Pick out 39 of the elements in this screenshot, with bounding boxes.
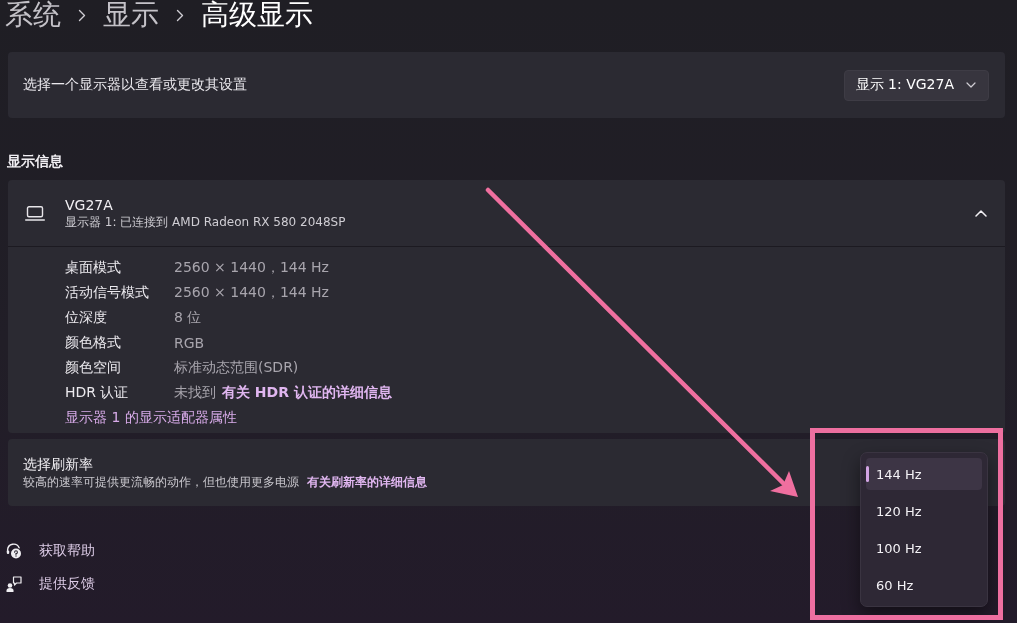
refresh-rate-option[interactable]: 100 Hz [866, 532, 982, 564]
section-heading: 显示信息 [7, 152, 64, 171]
info-label: 桌面模式 [65, 258, 122, 277]
laptop-icon [25, 205, 45, 221]
info-value: RGB [174, 334, 205, 351]
refresh-rate-option[interactable]: 144 Hz [866, 458, 982, 490]
monitor-name: VG27A [65, 196, 113, 214]
breadcrumb-item: 高级显示 [201, 0, 313, 30]
info-value: 8 位 [174, 308, 202, 327]
feedback-link[interactable]: 提供反馈 [39, 574, 95, 593]
info-value: 未找到 [174, 383, 216, 402]
person-speech-bubble-icon [6, 575, 22, 592]
chevron-up-icon[interactable] [975, 209, 987, 217]
info-label: 颜色空间 [65, 358, 122, 377]
chevron-right-icon [78, 8, 86, 22]
monitor-connection: 显示器 1: 已连接到 AMD Radeon RX 580 2048SP [65, 214, 346, 230]
info-value: 标准动态范围(SDR) [174, 358, 299, 377]
info-label: 位深度 [65, 308, 108, 327]
selection-bar-icon [866, 466, 869, 482]
hdr-details-link[interactable]: 有关 HDR 认证的详细信息 [222, 383, 392, 402]
info-label: 颜色格式 [65, 333, 122, 352]
info-value: 2560 × 1440，144 Hz [174, 258, 329, 277]
help-icon [6, 542, 22, 559]
breadcrumb-item[interactable]: 系统 [5, 0, 61, 30]
help-link[interactable]: 获取帮助 [39, 541, 95, 560]
chevron-down-icon [966, 82, 976, 88]
refresh-rate-option[interactable]: 120 Hz [866, 495, 982, 527]
info-label: 活动信号模式 [65, 283, 150, 302]
refresh-rate-description: 较高的速率可提供更流畅的动作，但也使用更多电源 [23, 474, 299, 490]
chevron-right-icon [176, 8, 184, 22]
display-picker-label: 选择一个显示器以查看或更改其设置 [23, 76, 247, 94]
refresh-rate-details-link[interactable]: 有关刷新率的详细信息 [307, 473, 427, 491]
refresh-rate-option[interactable]: 60 Hz [866, 569, 982, 601]
refresh-rate-title: 选择刷新率 [23, 454, 93, 474]
info-label: HDR 认证 [65, 383, 130, 402]
info-value: 2560 × 1440，144 Hz [174, 283, 329, 302]
adapter-properties-link[interactable]: 显示器 1 的显示适配器属性 [65, 408, 237, 427]
breadcrumb-item[interactable]: 显示 [103, 0, 159, 30]
display-dropdown[interactable]: 显示 1: VG27A [843, 69, 989, 101]
